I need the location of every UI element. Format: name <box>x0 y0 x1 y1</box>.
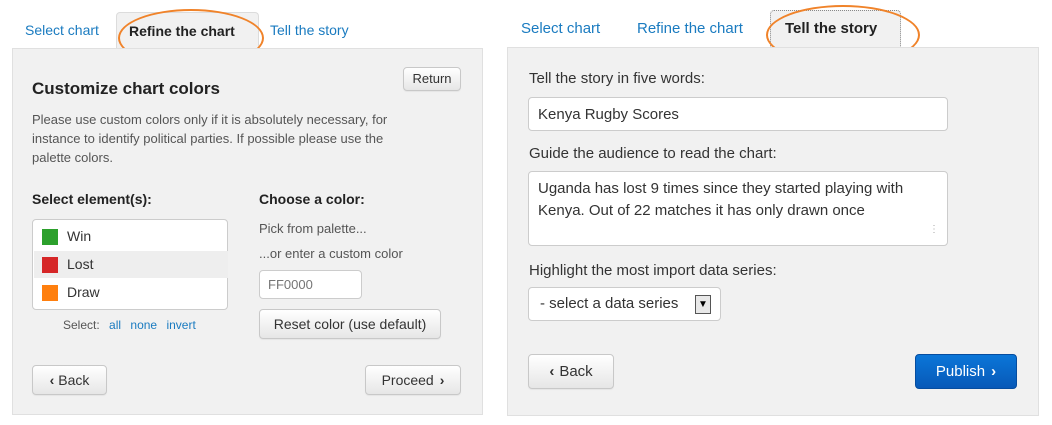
chevron-down-icon[interactable]: ▼ <box>695 295 711 314</box>
chevron-right-icon: › <box>991 363 997 380</box>
select-invert-link[interactable]: invert <box>166 318 195 332</box>
description-line: instance to identify political parties. … <box>32 131 384 146</box>
draw-swatch <box>42 285 58 301</box>
back-label: Back <box>58 372 90 388</box>
select-links: Select: all none invert <box>63 318 196 332</box>
right-tab-select-chart[interactable]: Select chart <box>521 20 600 37</box>
select-all-link[interactable]: all <box>109 318 121 332</box>
list-item-draw[interactable]: Draw <box>34 279 228 306</box>
left-tab-select-chart[interactable]: Select chart <box>25 22 99 38</box>
return-button[interactable]: Return <box>403 67 461 91</box>
description-line: palette colors. <box>32 150 113 165</box>
element-list[interactable]: Win Lost Draw <box>32 219 228 310</box>
proceed-label: Proceed <box>381 372 434 388</box>
description-line: Please use custom colors only if it is a… <box>32 112 388 127</box>
publish-button[interactable]: Publish › <box>915 354 1017 389</box>
left-tab-tell-story[interactable]: Tell the story <box>270 22 349 38</box>
palette-text[interactable]: Pick from palette... <box>259 221 367 236</box>
lost-label: Lost <box>67 256 94 272</box>
select-elements-heading: Select element(s): <box>32 191 152 207</box>
highlight-label: Highlight the most import data series: <box>529 262 777 279</box>
select-none-link[interactable]: none <box>130 318 157 332</box>
reset-color-button[interactable]: Reset color (use default) <box>259 309 441 339</box>
select-label: Select: <box>63 318 100 332</box>
story-label: Tell the story in five words: <box>529 70 705 87</box>
draw-label: Draw <box>67 284 100 300</box>
chevron-left-icon: ‹ <box>549 363 555 380</box>
custom-color-input[interactable] <box>259 270 362 299</box>
story-input[interactable] <box>528 97 948 131</box>
win-swatch <box>42 229 58 245</box>
custom-color-text: ...or enter a custom color <box>259 246 403 261</box>
guide-textarea[interactable]: Uganda has lost 9 times since they start… <box>528 171 948 246</box>
back-label: Back <box>559 363 593 380</box>
resize-handle-icon[interactable]: ⋮ <box>929 219 939 241</box>
list-item-lost[interactable]: Lost <box>34 251 228 278</box>
lost-swatch <box>42 257 58 273</box>
proceed-button[interactable]: Proceed › <box>365 365 461 395</box>
guide-text: Uganda has lost 9 times since they start… <box>538 180 904 219</box>
guide-label: Guide the audience to read the chart: <box>529 145 777 162</box>
back-button-right[interactable]: ‹ Back <box>528 354 614 389</box>
right-tab-refine-chart[interactable]: Refine the chart <box>637 20 743 37</box>
list-item-win[interactable]: Win <box>34 223 228 250</box>
win-label: Win <box>67 228 92 244</box>
description-text: Please use custom colors only if it is a… <box>32 110 462 167</box>
series-select-value: - select a data series <box>540 295 679 312</box>
page-title: Customize chart colors <box>32 79 220 98</box>
chevron-right-icon: › <box>439 372 445 388</box>
series-select[interactable]: - select a data series ▼ <box>528 287 721 321</box>
back-button-left[interactable]: ‹ Back <box>32 365 107 395</box>
chevron-left-icon: ‹ <box>49 372 55 388</box>
choose-color-heading: Choose a color: <box>259 191 365 207</box>
publish-label: Publish <box>935 363 986 380</box>
